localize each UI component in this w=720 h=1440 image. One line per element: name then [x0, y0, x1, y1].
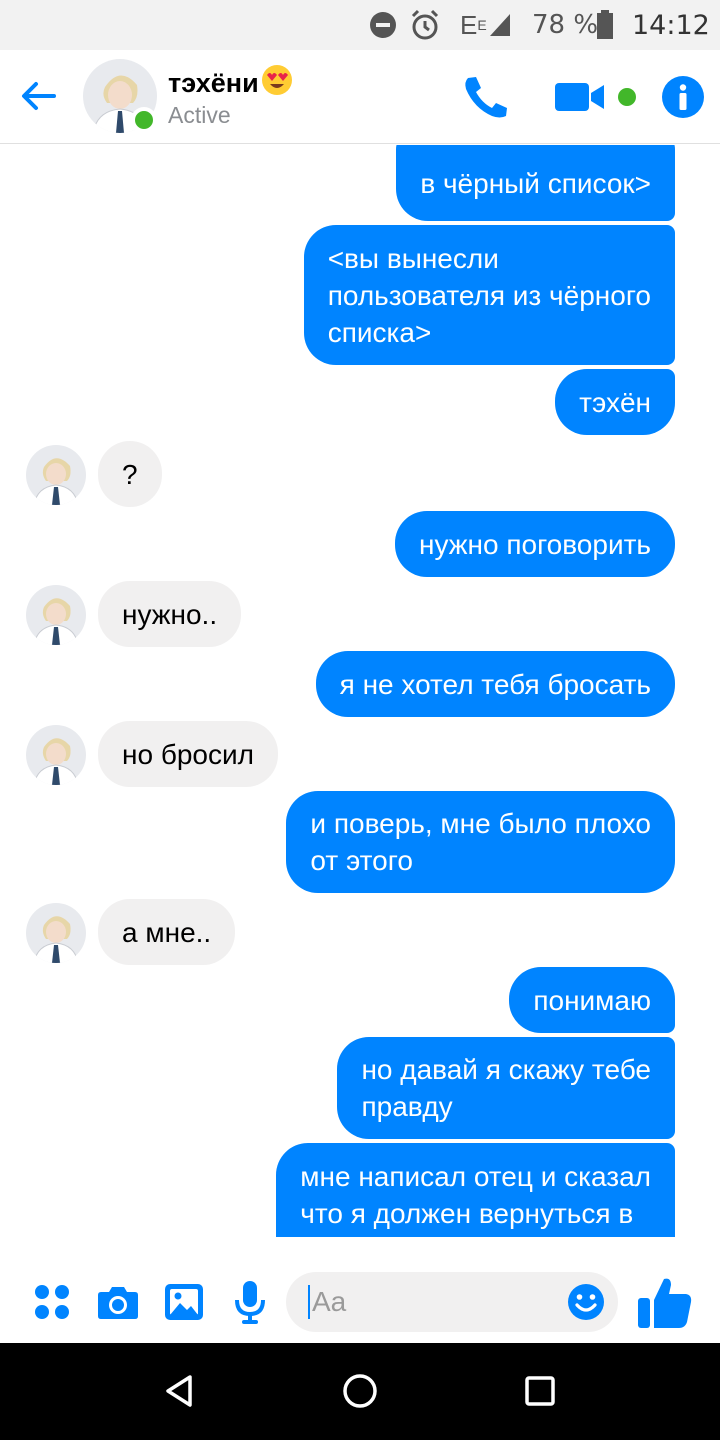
contact-status: Active — [168, 102, 231, 128]
message-text: списка> — [327, 316, 432, 348]
camera-icon[interactable] — [96, 1280, 140, 1324]
message-text: <вы вынесли — [327, 242, 499, 274]
message-outgoing[interactable]: но давай я скажу тебе правду — [337, 1037, 675, 1139]
message-outgoing[interactable]: нужно поговорить — [395, 511, 675, 577]
message-outgoing[interactable]: <вы вынесли пользователя из чёрного спис… — [303, 225, 675, 365]
contact-avatar[interactable] — [26, 903, 86, 963]
message-text: что я должен вернуться в — [300, 1198, 634, 1229]
message-outgoing[interactable]: тэхён — [555, 369, 675, 435]
alarm-icon — [408, 0, 442, 50]
message-list[interactable]: в чёрный список> <вы вынесли пользовател… — [0, 145, 720, 1237]
emoji-icon[interactable] — [566, 1282, 606, 1322]
message-input[interactable]: Aa — [286, 1272, 618, 1332]
info-icon[interactable] — [662, 76, 704, 118]
gallery-icon[interactable] — [162, 1280, 206, 1324]
contact-name[interactable]: тэхёни — [168, 64, 293, 103]
message-text: ? — [122, 458, 138, 490]
message-incoming[interactable]: ? — [98, 441, 162, 507]
contact-avatar[interactable] — [26, 725, 86, 785]
message-outgoing[interactable]: мне написал отец и сказал что я должен в… — [276, 1143, 675, 1237]
clock: 14:12 — [632, 9, 710, 41]
microphone-icon[interactable] — [228, 1280, 272, 1324]
message-text: тэхён — [579, 386, 651, 418]
phone-icon[interactable] — [460, 74, 510, 120]
message-text: но бросил — [122, 738, 254, 770]
thumbs-up-icon[interactable] — [636, 1274, 694, 1330]
do-not-disturb-icon — [368, 0, 398, 50]
message-text: правду — [361, 1091, 453, 1122]
message-text: нужно поговорить — [419, 528, 651, 560]
message-text: от этого — [310, 845, 413, 876]
message-text: пользователя из чёрного — [327, 279, 651, 311]
system-navigation-bar — [0, 1343, 720, 1440]
apps-icon[interactable] — [30, 1280, 74, 1324]
battery-icon — [596, 0, 614, 50]
text-caret — [308, 1285, 310, 1319]
message-incoming[interactable]: нужно.. — [98, 581, 242, 647]
nav-back-icon[interactable] — [160, 1371, 200, 1411]
message-text: нужно.. — [122, 598, 218, 630]
message-outgoing[interactable]: и поверь, мне было плохо от этого — [286, 791, 675, 893]
back-arrow-icon[interactable] — [14, 72, 62, 120]
message-input-placeholder: Aa — [308, 1272, 346, 1332]
heart-eyes-emoji-icon — [261, 64, 293, 103]
battery-percent: 78 % — [532, 10, 599, 40]
nav-home-icon[interactable] — [340, 1371, 380, 1411]
message-text: мне написал отец и сказал — [300, 1161, 651, 1192]
message-text: в чёрный список> — [420, 167, 651, 199]
message-text: понимаю — [533, 984, 651, 1016]
video-active-indicator — [618, 88, 636, 106]
message-outgoing[interactable]: я не хотел тебя бросать — [315, 651, 675, 717]
message-outgoing[interactable]: понимаю — [509, 967, 675, 1033]
message-text: и поверь, мне было плохо — [310, 808, 651, 839]
contact-avatar[interactable] — [26, 445, 86, 505]
placeholder-text: Aa — [312, 1286, 347, 1317]
contact-avatar[interactable] — [26, 585, 86, 645]
status-bar: EE 78 % 14:12 — [0, 0, 720, 50]
message-text: а мне.. — [122, 916, 212, 948]
online-indicator — [131, 107, 157, 133]
message-incoming[interactable]: а мне.. — [98, 899, 236, 965]
message-text: но давай я скажу тебе — [361, 1054, 651, 1085]
message-text: я не хотел тебя бросать — [339, 668, 651, 700]
network-indicator: EE — [460, 0, 512, 50]
message-outgoing[interactable]: в чёрный список> — [396, 145, 675, 221]
message-incoming[interactable]: но бросил — [98, 721, 278, 787]
nav-recents-icon[interactable] — [520, 1371, 560, 1411]
conversation-header: тэхёни Active — [0, 50, 720, 144]
message-composer: Aa — [0, 1262, 720, 1342]
video-camera-icon[interactable] — [554, 80, 606, 114]
